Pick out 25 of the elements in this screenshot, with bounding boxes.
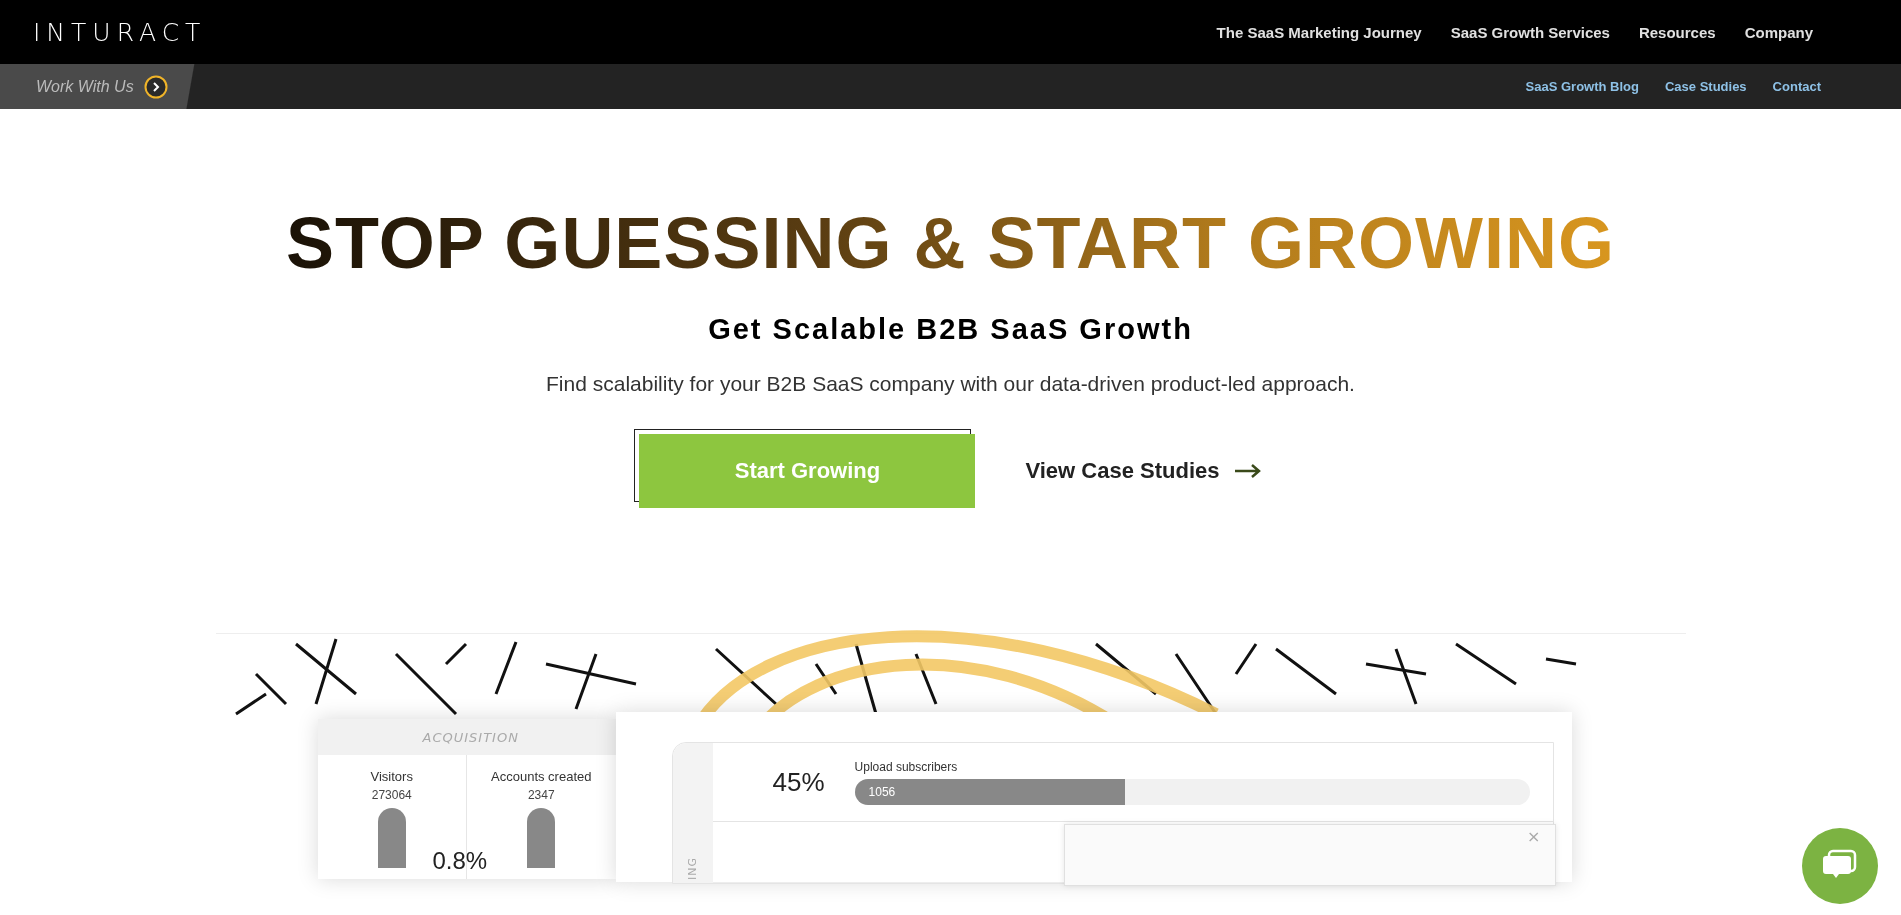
- metric-bar: [527, 808, 556, 869]
- secondary-nav-link[interactable]: Case Studies: [1664, 79, 1747, 94]
- metric-value: 2347: [527, 788, 555, 803]
- logo[interactable]: INTURACT: [33, 17, 207, 47]
- step-percent: 45%: [772, 766, 825, 798]
- progress-fill: 1056: [854, 778, 1125, 805]
- metric-value: 273064: [371, 788, 412, 803]
- nav-link[interactable]: Company: [1744, 23, 1813, 41]
- metric-label: Accounts created: [491, 769, 592, 785]
- metric-bar: [377, 808, 406, 869]
- secondary-nav-link[interactable]: Contact: [1772, 79, 1821, 94]
- conversion-rate: 0.8%: [432, 847, 488, 876]
- view-case-studies-link[interactable]: View Case Studies: [1025, 458, 1262, 485]
- chevron-circle-icon: [143, 74, 168, 99]
- step-label: Upload subscribers: [854, 759, 959, 774]
- hero-description: Find scalability for your B2B SaaS company with our data-driven product-led approach.: [546, 372, 1355, 397]
- arrow-right-icon: [1233, 463, 1262, 480]
- nav-link[interactable]: Resources: [1638, 23, 1716, 41]
- metric-label: Visitors: [370, 769, 413, 785]
- hero-subtitle: Get Scalable B2B SaaS Growth: [708, 313, 1193, 347]
- acquisition-header: ACQUISITION: [317, 719, 616, 756]
- side-label: ING: [686, 857, 699, 881]
- secondary-nav-link[interactable]: SaaS Growth Blog: [1525, 79, 1639, 94]
- nav-link[interactable]: SaaS Growth Services: [1450, 23, 1610, 41]
- nav-link[interactable]: The SaaS Marketing Journey: [1216, 23, 1422, 41]
